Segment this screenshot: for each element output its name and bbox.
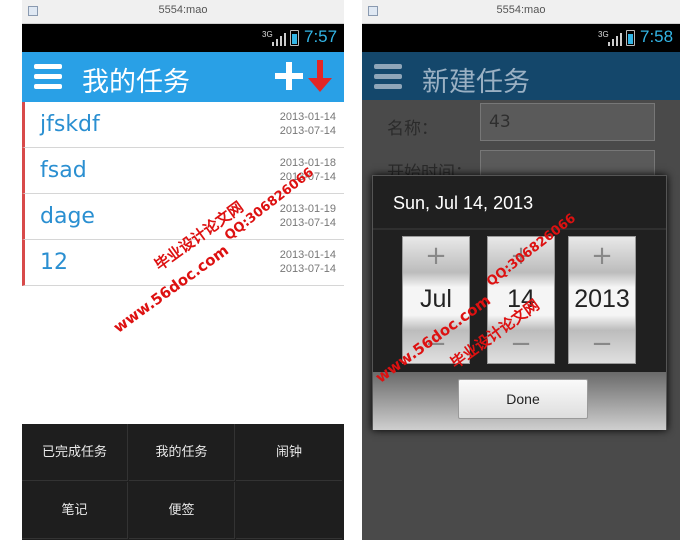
left-screen: 5554:mao 3G 7:57 我的任务 jfskdf 2013-01-14 … bbox=[22, 0, 344, 540]
task-end-date: 2013-07-14 bbox=[279, 171, 336, 183]
name-label: 名称： bbox=[387, 119, 438, 139]
year-value[interactable]: 2013 bbox=[569, 285, 635, 314]
menu-item-my-tasks[interactable]: 我的任务 bbox=[129, 424, 235, 481]
dialog-footer: Done bbox=[373, 372, 666, 430]
menu-item-notes[interactable]: 笔记 bbox=[22, 482, 128, 539]
task-row[interactable]: dage 2013-01-19 2013-07-14 bbox=[22, 194, 344, 240]
selected-date: Sun, Jul 14, 2013 bbox=[393, 193, 534, 213]
task-list: jfskdf 2013-01-14 2013-07-14 fsad 2013-0… bbox=[22, 102, 344, 424]
done-button[interactable]: Done bbox=[458, 379, 588, 419]
day-increment-button[interactable]: + bbox=[488, 241, 554, 271]
task-start-date: 2013-01-19 bbox=[279, 203, 336, 215]
name-input-value: 43 bbox=[489, 112, 511, 132]
menu-item-alarm[interactable]: 闹钟 bbox=[236, 424, 342, 481]
task-start-date: 2013-01-14 bbox=[279, 249, 336, 261]
status-time: 7:58 bbox=[640, 27, 674, 46]
task-row[interactable]: 12 2013-01-14 2013-07-14 bbox=[22, 240, 344, 286]
task-end-date: 2013-07-14 bbox=[279, 125, 336, 137]
action-bar: 我的任务 bbox=[22, 52, 344, 102]
emulator-title-bar: 5554:mao bbox=[362, 0, 680, 24]
status-time: 7:57 bbox=[304, 27, 338, 46]
task-name: 12 bbox=[40, 250, 68, 275]
task-row[interactable]: fsad 2013-01-18 2013-07-14 bbox=[22, 148, 344, 194]
battery-icon bbox=[626, 30, 635, 46]
page-title: 我的任务 bbox=[82, 67, 190, 98]
menu-icon[interactable] bbox=[34, 63, 62, 91]
task-name: jfskdf bbox=[40, 112, 100, 137]
right-screen: 5554:mao 3G 7:58 新建任务 名称： 43 开始时间： Sun, … bbox=[362, 0, 680, 540]
day-value[interactable]: 14 bbox=[488, 285, 554, 314]
status-bar: 3G 7:58 bbox=[362, 24, 680, 52]
signal-icon bbox=[608, 32, 622, 46]
task-end-date: 2013-07-14 bbox=[279, 263, 336, 275]
window-title: 5554:mao bbox=[158, 4, 208, 16]
year-picker[interactable]: + 2013 − bbox=[568, 236, 636, 364]
day-picker[interactable]: + 14 − bbox=[487, 236, 555, 364]
task-row[interactable]: jfskdf 2013-01-14 2013-07-14 bbox=[22, 102, 344, 148]
task-name: dage bbox=[40, 204, 95, 229]
menu-item-sticky-notes[interactable]: 便签 bbox=[129, 482, 235, 539]
name-input[interactable]: 43 bbox=[480, 103, 655, 141]
dialog-divider bbox=[373, 228, 666, 230]
task-start-date: 2013-01-18 bbox=[279, 157, 336, 169]
year-increment-button[interactable]: + bbox=[569, 241, 635, 271]
task-end-date: 2013-07-14 bbox=[279, 217, 336, 229]
signal-icon bbox=[272, 32, 286, 46]
action-bar: 新建任务 bbox=[362, 52, 680, 102]
month-decrement-button[interactable]: − bbox=[403, 329, 469, 359]
menu-icon[interactable] bbox=[374, 63, 402, 91]
month-value[interactable]: Jul bbox=[403, 285, 469, 314]
battery-icon bbox=[290, 30, 299, 46]
menu-item-completed-tasks[interactable]: 已完成任务 bbox=[22, 424, 128, 481]
menu-item-empty bbox=[236, 482, 342, 539]
add-task-icon[interactable] bbox=[275, 60, 303, 92]
emulator-title-bar: 5554:mao bbox=[22, 0, 344, 24]
year-decrement-button[interactable]: − bbox=[569, 329, 635, 359]
month-picker[interactable]: + Jul − bbox=[402, 236, 470, 364]
sort-down-icon[interactable] bbox=[306, 58, 334, 94]
window-title: 5554:mao bbox=[496, 4, 546, 16]
options-menu: 已完成任务 我的任务 闹钟 笔记 便签 bbox=[22, 424, 344, 540]
task-start-date: 2013-01-14 bbox=[279, 111, 336, 123]
day-decrement-button[interactable]: − bbox=[488, 329, 554, 359]
month-increment-button[interactable]: + bbox=[403, 241, 469, 271]
status-bar: 3G 7:57 bbox=[22, 24, 344, 52]
date-picker-dialog: Sun, Jul 14, 2013 + Jul − + 14 − + 2013 … bbox=[372, 175, 667, 430]
task-name: fsad bbox=[40, 158, 87, 183]
page-title: 新建任务 bbox=[422, 67, 530, 98]
